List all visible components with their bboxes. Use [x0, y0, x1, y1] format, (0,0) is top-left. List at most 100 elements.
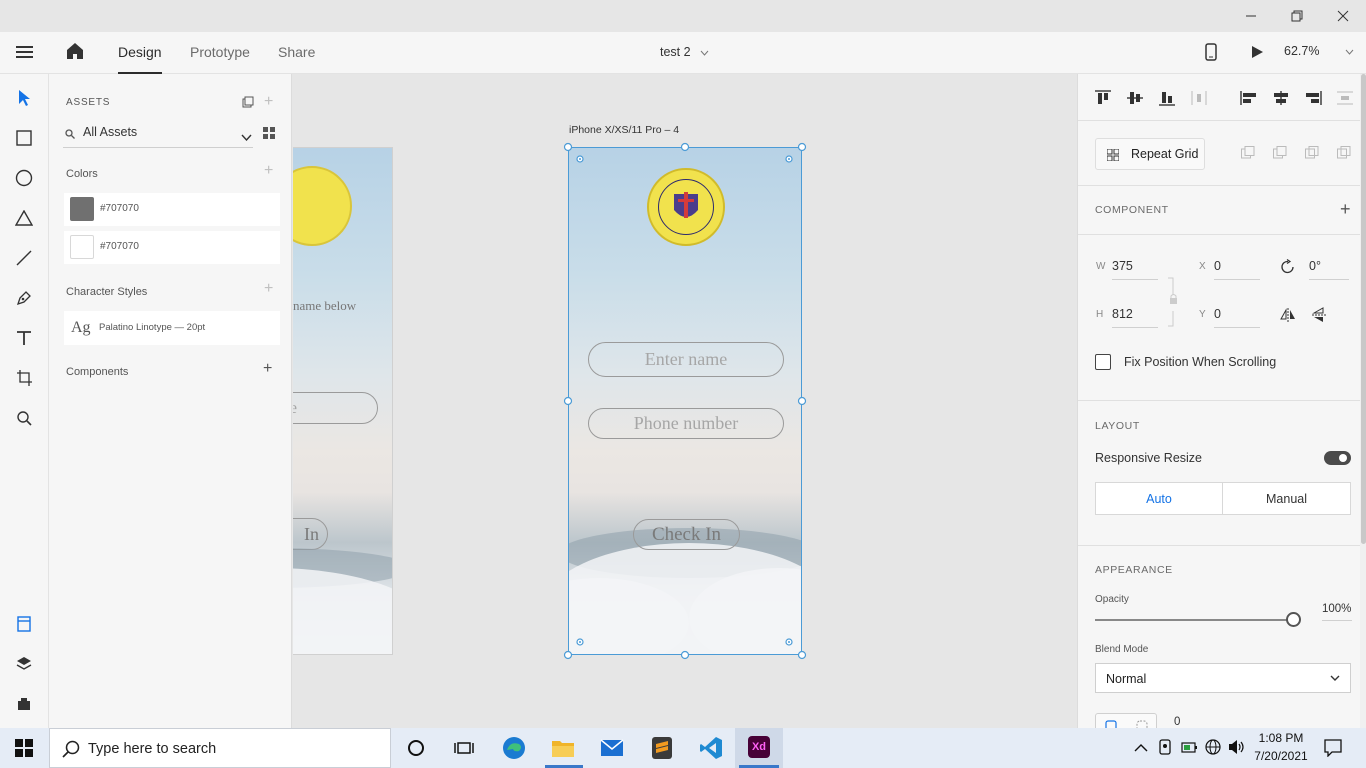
- opacity-input[interactable]: 100%: [1322, 603, 1352, 621]
- repeat-grid-icon: [1107, 149, 1119, 161]
- exclude-boolean-icon[interactable]: [1337, 146, 1351, 160]
- responsive-resize-toggle[interactable]: [1324, 451, 1351, 465]
- add-color-icon[interactable]: +: [264, 163, 273, 179]
- add-boolean-icon[interactable]: [1241, 146, 1255, 160]
- task-view-icon[interactable]: [450, 734, 478, 762]
- taskbar-search[interactable]: Type here to search: [49, 728, 391, 768]
- color-swatch: [70, 235, 94, 259]
- close-icon[interactable]: [1320, 0, 1366, 32]
- selection-handles[interactable]: [293, 74, 1077, 728]
- device-preview-icon[interactable]: [1205, 43, 1217, 66]
- chevron-down-icon[interactable]: [241, 128, 252, 146]
- meet-now-icon[interactable]: [1158, 739, 1172, 760]
- assets-search[interactable]: All Assets: [63, 122, 253, 148]
- pen-tool-icon[interactable]: [12, 286, 36, 310]
- x-input[interactable]: 0: [1214, 259, 1260, 280]
- align-left-icon[interactable]: [1240, 90, 1258, 106]
- assets-panel-icon[interactable]: [12, 612, 36, 636]
- taskbar-time[interactable]: 1:08 PM: [1253, 731, 1309, 745]
- corner-radius-toggle[interactable]: [1095, 713, 1157, 728]
- character-style-row[interactable]: Ag Palatino Linotype — 20pt: [64, 311, 280, 345]
- restore-icon[interactable]: [1274, 0, 1320, 32]
- opacity-slider[interactable]: [1095, 612, 1301, 627]
- height-input[interactable]: 812: [1112, 307, 1158, 328]
- flip-horizontal-icon[interactable]: [1280, 308, 1296, 322]
- distribute-horizontal-icon[interactable]: [1190, 90, 1208, 106]
- text-tool-icon[interactable]: [12, 326, 36, 350]
- corner-radius-value[interactable]: 0: [1174, 716, 1180, 728]
- add-component-icon[interactable]: +: [263, 361, 272, 377]
- color-label: #707070: [100, 241, 139, 252]
- file-explorer-icon[interactable]: [549, 734, 577, 762]
- volume-icon[interactable]: [1228, 739, 1246, 760]
- manual-resize-option[interactable]: Manual: [1223, 483, 1350, 514]
- notifications-icon[interactable]: [1324, 739, 1342, 762]
- tab-share[interactable]: Share: [278, 44, 315, 60]
- cortana-icon[interactable]: [402, 734, 430, 762]
- auto-resize-option[interactable]: Auto: [1096, 483, 1223, 514]
- hamburger-menu-icon[interactable]: [16, 44, 34, 65]
- subtract-boolean-icon[interactable]: [1273, 146, 1287, 160]
- line-tool-icon[interactable]: [12, 246, 36, 270]
- home-icon[interactable]: [66, 42, 84, 65]
- windows-taskbar: Type here to search Xd 1:08 PM 7/20/2021: [0, 728, 1366, 768]
- grid-view-icon[interactable]: [263, 126, 275, 144]
- tab-design[interactable]: Design: [118, 44, 162, 74]
- appearance-heading: APPEARANCE: [1095, 564, 1173, 576]
- align-middle-icon[interactable]: [1126, 90, 1144, 106]
- rotation-input[interactable]: 0°: [1309, 259, 1349, 280]
- document-title[interactable]: test 2: [660, 45, 709, 59]
- vscode-icon[interactable]: [697, 734, 725, 762]
- mail-icon[interactable]: [598, 734, 626, 762]
- add-asset-icon[interactable]: +: [264, 94, 273, 110]
- inspector-scrollbar[interactable]: [1360, 74, 1366, 728]
- network-globe-icon[interactable]: [1205, 739, 1221, 760]
- edge-browser-icon[interactable]: [500, 734, 528, 762]
- document-assets-icon[interactable]: [242, 95, 254, 113]
- align-top-icon[interactable]: [1094, 90, 1112, 106]
- color-swatch: [70, 197, 94, 221]
- zoom-level[interactable]: 62.7%: [1284, 44, 1354, 58]
- adobe-xd-taskbar-slot[interactable]: Xd: [735, 728, 783, 768]
- blend-mode-select[interactable]: Normal: [1095, 663, 1351, 693]
- assets-title: ASSETS: [66, 97, 111, 108]
- play-icon[interactable]: [1251, 45, 1264, 64]
- align-center-icon[interactable]: [1272, 90, 1290, 106]
- layers-panel-icon[interactable]: [12, 652, 36, 676]
- repeat-grid-button[interactable]: Repeat Grid: [1095, 138, 1205, 170]
- distribute-vertical-icon[interactable]: [1336, 90, 1354, 106]
- artboard-tool-icon[interactable]: [12, 366, 36, 390]
- color-swatch-row[interactable]: #707070: [64, 193, 280, 226]
- chevron-up-icon[interactable]: [1134, 740, 1148, 758]
- flip-vertical-icon[interactable]: [1312, 307, 1326, 323]
- windows-start-icon[interactable]: [10, 734, 38, 762]
- tab-prototype[interactable]: Prototype: [190, 44, 250, 60]
- add-character-style-icon[interactable]: +: [264, 281, 273, 297]
- plugins-panel-icon[interactable]: [12, 692, 36, 716]
- intersect-boolean-icon[interactable]: [1305, 146, 1319, 160]
- polygon-tool-icon[interactable]: [12, 206, 36, 230]
- minimize-icon[interactable]: [1228, 0, 1274, 32]
- width-input[interactable]: 375: [1112, 259, 1158, 280]
- taskbar-date[interactable]: 7/20/2021: [1253, 749, 1309, 763]
- responsive-resize-label: Responsive Resize: [1095, 451, 1202, 465]
- align-right-icon[interactable]: [1304, 90, 1322, 106]
- design-canvas[interactable]: name below e In iPhone X/XS/11 Pro – 4 E…: [293, 74, 1077, 728]
- add-component-icon[interactable]: +: [1340, 200, 1351, 218]
- select-tool-icon[interactable]: [12, 86, 36, 110]
- fix-position-checkbox[interactable]: [1095, 354, 1111, 370]
- rotate-icon: [1281, 259, 1294, 274]
- zoom-tool-icon[interactable]: [12, 406, 36, 430]
- ellipse-tool-icon[interactable]: [12, 166, 36, 190]
- property-inspector: Repeat Grid COMPONENT + W 375 H 812 X 0 …: [1077, 74, 1366, 728]
- repeat-grid-label: Repeat Grid: [1131, 147, 1199, 161]
- rectangle-tool-icon[interactable]: [12, 126, 36, 150]
- battery-icon[interactable]: [1181, 740, 1199, 759]
- color-swatch-row[interactable]: #707070: [64, 231, 280, 264]
- opacity-slider-handle[interactable]: [1286, 612, 1301, 627]
- align-bottom-icon[interactable]: [1158, 90, 1176, 106]
- lock-aspect-icon[interactable]: [1166, 277, 1180, 327]
- corner-radius-icon: [1105, 720, 1117, 728]
- sublime-text-icon[interactable]: [648, 734, 676, 762]
- y-input[interactable]: 0: [1214, 307, 1260, 328]
